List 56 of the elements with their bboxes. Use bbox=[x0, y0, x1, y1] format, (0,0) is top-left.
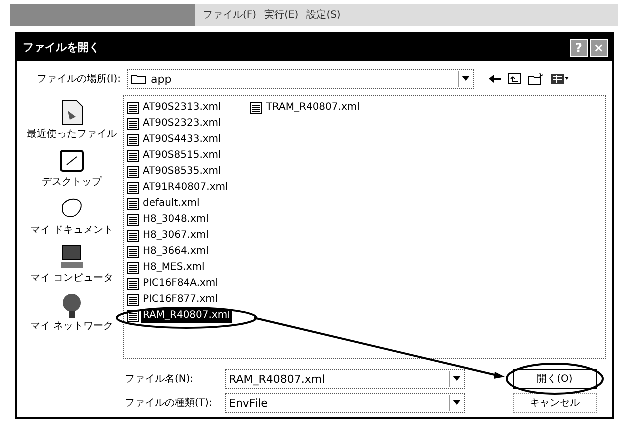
document-icon bbox=[250, 102, 262, 114]
file-item[interactable]: H8_3067.xml bbox=[141, 229, 211, 243]
menu-item[interactable]: 実行(E) bbox=[264, 8, 299, 22]
location-dropdown[interactable]: app bbox=[127, 69, 474, 89]
file-item[interactable]: default.xml bbox=[141, 197, 202, 211]
file-type-label: ファイルの種類(T): bbox=[125, 396, 214, 410]
document-icon bbox=[127, 278, 139, 290]
cancel-button[interactable]: キャンセル bbox=[513, 393, 597, 413]
file-item[interactable]: H8_3048.xml bbox=[141, 213, 211, 227]
dropdown-arrow-icon[interactable] bbox=[462, 76, 470, 82]
document-icon bbox=[127, 134, 139, 146]
file-item[interactable]: AT90S8535.xml bbox=[141, 165, 224, 179]
sidebar-item[interactable]: マイ ドキュメント bbox=[30, 195, 114, 237]
dropdown-arrow-icon[interactable] bbox=[453, 376, 461, 382]
up-folder-icon[interactable] bbox=[508, 73, 522, 85]
file-item[interactable]: H8_3664.xml bbox=[141, 245, 211, 259]
file-item[interactable]: AT90S8515.xml bbox=[141, 149, 224, 163]
document-icon bbox=[127, 214, 139, 226]
file-item[interactable]: H8_MES.xml bbox=[141, 261, 207, 275]
open-button[interactable]: 開く(O) bbox=[513, 369, 597, 389]
dropdown-arrow-icon[interactable] bbox=[453, 400, 461, 406]
sidebar-item[interactable]: マイ コンピュータ bbox=[30, 243, 114, 285]
location-value: app bbox=[151, 72, 172, 86]
menu-item[interactable]: ファイル(F) bbox=[203, 8, 257, 22]
document-icon bbox=[127, 150, 139, 162]
file-item[interactable]: PIC16F84A.xml bbox=[141, 277, 220, 291]
menu-item[interactable]: 設定(S) bbox=[306, 8, 341, 22]
sidebar-item[interactable]: 最近使ったファイル bbox=[27, 99, 117, 141]
file-item[interactable]: TRAM_R40807.xml bbox=[264, 101, 362, 115]
sidebar-item[interactable]: マイ ネットワーク bbox=[30, 291, 114, 333]
back-icon[interactable] bbox=[488, 73, 502, 85]
document-icon bbox=[127, 246, 139, 258]
location-label: ファイルの場所(I): bbox=[36, 72, 121, 86]
document-icon bbox=[127, 182, 139, 194]
file-item[interactable]: AT90S4433.xml bbox=[141, 133, 224, 147]
document-icon bbox=[127, 230, 139, 242]
document-icon bbox=[127, 198, 139, 210]
document-icon bbox=[127, 294, 139, 306]
document-icon bbox=[127, 166, 139, 178]
file-name-field[interactable]: RAM_R40807.xml bbox=[225, 369, 465, 389]
view-menu-icon[interactable] bbox=[550, 73, 570, 85]
file-item[interactable]: PIC16F877.xml bbox=[141, 293, 220, 307]
file-name-label: ファイル名(N): bbox=[125, 373, 195, 386]
window-title: ファイルを開く bbox=[23, 40, 101, 55]
sidebar-item[interactable]: デスクトップ bbox=[42, 147, 102, 189]
file-type-dropdown[interactable]: EnvFile bbox=[225, 393, 465, 413]
new-folder-icon[interactable] bbox=[528, 72, 544, 86]
document-icon bbox=[127, 102, 139, 114]
document-icon bbox=[127, 118, 139, 130]
document-icon bbox=[127, 262, 139, 274]
file-item[interactable]: AT91R40807.xml bbox=[141, 181, 230, 195]
file-item[interactable]: AT90S2313.xml bbox=[141, 101, 224, 115]
desktop-icon bbox=[57, 147, 87, 175]
file-item[interactable]: RAM_R40807.xml bbox=[141, 309, 232, 323]
folder-icon bbox=[131, 73, 147, 85]
file-item[interactable]: AT90S2323.xml bbox=[141, 117, 224, 131]
